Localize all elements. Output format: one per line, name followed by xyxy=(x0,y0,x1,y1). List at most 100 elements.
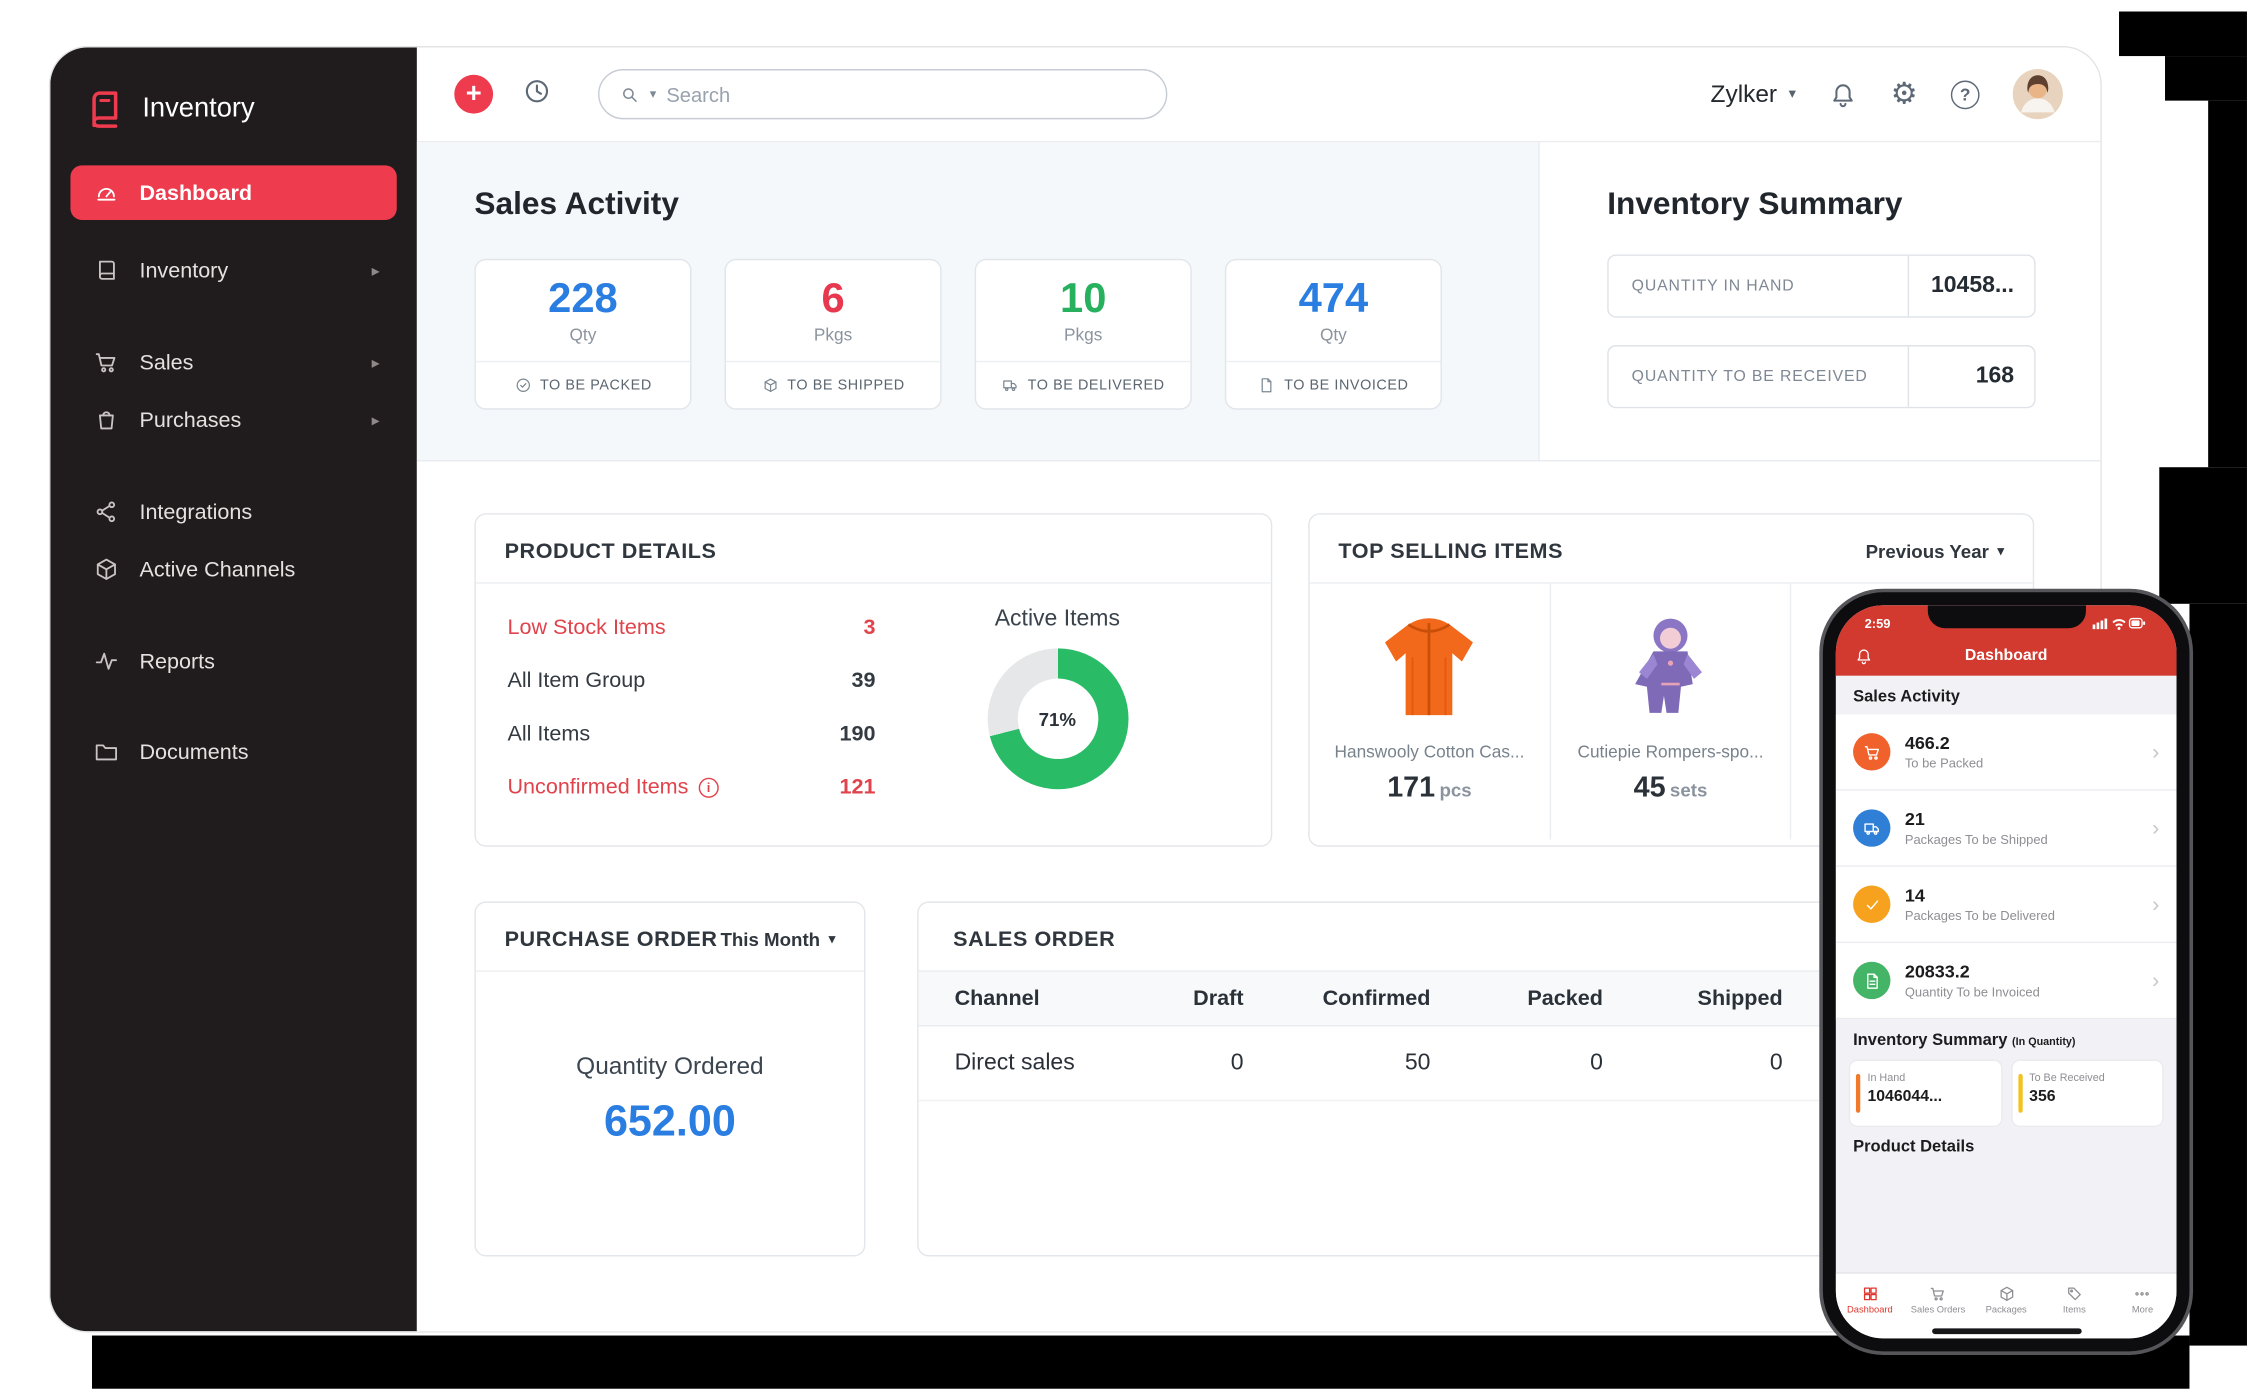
sales-activity-cards: 228Qty TO BE PACKED 6Pkgs TO BE SHIPPED … xyxy=(474,259,1538,410)
info-icon[interactable]: i xyxy=(698,777,718,797)
to-be-delivered-card[interactable]: 10Pkgs TO BE DELIVERED xyxy=(975,259,1192,410)
unconfirmed-items-row[interactable]: Unconfirmed Itemsi 121 xyxy=(507,760,875,813)
phone-notch xyxy=(1927,605,2085,628)
phone-sales-activity-title: Sales Activity xyxy=(1836,676,2177,715)
pixel-shadow xyxy=(2165,56,2247,101)
sidebar-item-sales[interactable]: Sales ▸ xyxy=(70,335,396,390)
metric-label: TO BE DELIVERED xyxy=(1028,377,1165,393)
metric-unit: Qty xyxy=(1320,325,1347,345)
org-name: Zylker xyxy=(1711,80,1778,109)
to-be-shipped-card[interactable]: 6Pkgs TO BE SHIPPED xyxy=(725,259,942,410)
pixel-shadow xyxy=(2189,604,2247,1346)
phone-nav-packages[interactable]: Packages xyxy=(1972,1274,2040,1327)
help-button[interactable]: ? xyxy=(1951,80,1980,109)
quantity-ordered-value: 652.00 xyxy=(476,1098,864,1147)
sidebar-item-integrations[interactable]: Integrations xyxy=(70,484,396,539)
phone-to-be-received-box[interactable]: To Be Received 356 xyxy=(2012,1061,2162,1126)
sidebar-nav: Dashboard Inventory ▸ Sales ▸ Purchases … xyxy=(50,165,417,779)
phone-screen: 2:59 Dashboard Sa xyxy=(1836,605,2177,1338)
phone-inventory-summary-title: Inventory Summary (In Quantity) xyxy=(1836,1019,2177,1058)
sidebar-item-dashboard[interactable]: Dashboard xyxy=(70,165,396,220)
sidebar-item-purchases[interactable]: Purchases ▸ xyxy=(70,392,396,447)
active-items-donut: 71% xyxy=(987,648,1128,789)
phone-nav-sales-orders[interactable]: Sales Orders xyxy=(1904,1274,1972,1327)
quantity-in-hand-label: QUANTITY IN HAND xyxy=(1609,277,1908,294)
pixel-shadow xyxy=(2159,467,2247,604)
metric-label: TO BE SHIPPED xyxy=(787,377,904,393)
org-switcher[interactable]: Zylker ▾ xyxy=(1711,80,1796,109)
page: Inventory Dashboard Inventory ▸ Sales ▸ xyxy=(0,0,2247,1393)
product-qty: 45 xyxy=(1634,772,1666,804)
search-scope-caret-icon[interactable]: ▾ xyxy=(650,86,657,102)
top-selling-item[interactable]: Hanswooly Cotton Cas... 171pcs xyxy=(1310,584,1551,840)
brand[interactable]: Inventory xyxy=(50,79,417,165)
top-selling-item[interactable]: Cutiepie Rompers-spo... 45sets xyxy=(1551,584,1792,840)
chevron-right-icon: ▸ xyxy=(372,410,380,429)
phone-to-be-shipped-row[interactable]: 21Packages To be Shipped › xyxy=(1836,791,2177,867)
phone-nav-items[interactable]: Items xyxy=(2040,1274,2108,1327)
check-icon xyxy=(1853,886,1890,923)
phone-to-be-packed-row[interactable]: 466.2To be Packed › xyxy=(1836,714,2177,790)
to-be-packed-card[interactable]: 228Qty TO BE PACKED xyxy=(474,259,691,410)
to-be-invoiced-card[interactable]: 474Qty TO BE INVOICED xyxy=(1225,259,1442,410)
channels-box-icon xyxy=(93,556,119,582)
check-circle-icon xyxy=(514,377,531,394)
bag-icon xyxy=(93,407,119,433)
top-selling-filter[interactable]: Previous Year ▾ xyxy=(1866,541,2004,563)
sales-activity-section: Sales Activity 228Qty TO BE PACKED 6Pkgs… xyxy=(417,142,1538,460)
phone-to-be-invoiced-row[interactable]: 20833.2Quantity To be Invoiced › xyxy=(1836,943,2177,1019)
col-packed: Packed xyxy=(1465,971,1638,1026)
purchase-order-filter[interactable]: This Month ▾ xyxy=(720,929,835,951)
phone-bell-icon[interactable] xyxy=(1855,646,1874,665)
col-channel: Channel xyxy=(919,971,1156,1026)
metric-unit: Pkgs xyxy=(1064,325,1102,345)
caret-down-icon: ▾ xyxy=(1998,543,2005,559)
metric-value: 10 xyxy=(1060,276,1106,323)
metric-unit: Pkgs xyxy=(814,325,852,345)
sidebar-item-inventory[interactable]: Inventory ▸ xyxy=(70,243,396,298)
notifications-button[interactable] xyxy=(1829,80,1858,109)
sidebar-item-reports[interactable]: Reports xyxy=(70,634,396,689)
quantity-to-be-received-value: 168 xyxy=(1908,346,2035,406)
grid-icon xyxy=(1861,1285,1878,1302)
search-box[interactable]: ▾ xyxy=(598,69,1167,119)
product-details-rows: Low Stock Items 3 All Item Group 39 All … xyxy=(507,601,875,814)
phone-home-indicator[interactable] xyxy=(1931,1328,2081,1334)
avatar[interactable] xyxy=(2013,69,2063,119)
topbar: + ▾ Zylker ▾ ⚙ xyxy=(417,47,2100,142)
app-window: Inventory Dashboard Inventory ▸ Sales ▸ xyxy=(50,47,2100,1331)
settings-button[interactable]: ⚙ xyxy=(1891,79,1918,109)
metric-value: 6 xyxy=(821,276,844,323)
search-input[interactable] xyxy=(666,83,1145,106)
truck-icon xyxy=(1002,377,1019,394)
pixel-shadow xyxy=(2119,12,2247,57)
metric-label: TO BE PACKED xyxy=(540,377,652,393)
invoice-icon xyxy=(1258,377,1275,394)
donut-percent: 71% xyxy=(1039,708,1076,730)
all-items-row[interactable]: All Items 190 xyxy=(507,707,875,760)
phone-nav-dashboard[interactable]: Dashboard xyxy=(1836,1274,1904,1327)
phone-to-be-delivered-row[interactable]: 14Packages To be Delivered › xyxy=(1836,867,2177,943)
folder-icon xyxy=(93,739,119,765)
brand-logo-icon xyxy=(82,88,125,131)
phone-nav-more[interactable]: More xyxy=(2108,1274,2176,1327)
reports-icon xyxy=(93,648,119,674)
sidebar: Inventory Dashboard Inventory ▸ Sales ▸ xyxy=(50,47,417,1331)
all-item-group-row[interactable]: All Item Group 39 xyxy=(507,654,875,707)
purchase-order-title: PURCHASE ORDER xyxy=(505,927,718,951)
col-confirmed: Confirmed xyxy=(1278,971,1465,1026)
sidebar-item-documents[interactable]: Documents xyxy=(70,725,396,780)
package-icon xyxy=(1998,1285,2015,1302)
active-items-label: Active Items xyxy=(995,607,1120,633)
low-stock-items-row[interactable]: Low Stock Items 3 xyxy=(507,601,875,654)
add-new-button[interactable]: + xyxy=(454,75,493,114)
sidebar-item-active-channels[interactable]: Active Channels xyxy=(70,542,396,597)
clock-history-icon xyxy=(522,75,552,105)
invoice-icon xyxy=(1853,962,1890,999)
product-qty: 171 xyxy=(1387,772,1435,804)
sales-activity-title: Sales Activity xyxy=(474,185,1538,222)
recent-history-button[interactable] xyxy=(522,75,552,112)
inventory-icon xyxy=(93,257,119,283)
chevron-right-icon: › xyxy=(2152,816,2159,840)
phone-in-hand-box[interactable]: In Hand 1046044... xyxy=(1850,1061,2000,1126)
